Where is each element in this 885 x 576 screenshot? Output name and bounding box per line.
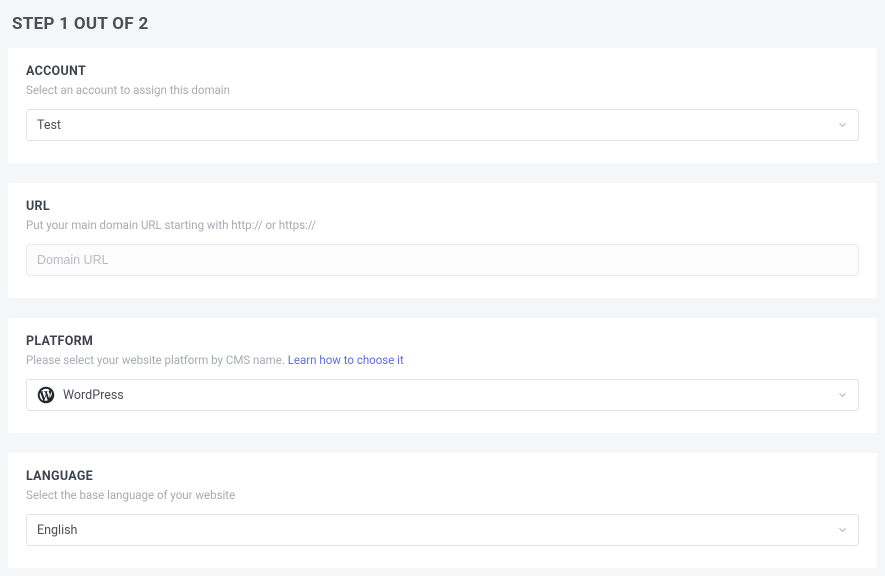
account-section-title: ACCOUNT xyxy=(26,64,859,79)
platform-select[interactable]: WordPress xyxy=(26,379,859,411)
account-section-help: Select an account to assign this domain xyxy=(26,83,859,97)
platform-card: PLATFORM Please select your website plat… xyxy=(8,318,877,433)
url-section-title: URL xyxy=(26,199,859,214)
platform-section-title: PLATFORM xyxy=(26,334,859,349)
chevron-down-icon xyxy=(837,525,848,536)
wordpress-icon xyxy=(37,386,55,404)
language-select-value: English xyxy=(37,523,77,538)
chevron-down-icon xyxy=(837,390,848,401)
url-section-help: Put your main domain URL starting with h… xyxy=(26,218,859,232)
url-card: URL Put your main domain URL starting wi… xyxy=(8,183,877,298)
language-card: LANGUAGE Select the base language of you… xyxy=(8,453,877,568)
language-select[interactable]: English xyxy=(26,514,859,546)
platform-help-text: Please select your website platform by C… xyxy=(26,353,288,367)
platform-section-help: Please select your website platform by C… xyxy=(26,353,859,367)
language-section-help: Select the base language of your website xyxy=(26,488,859,502)
account-select-value: Test xyxy=(37,118,61,133)
platform-help-link[interactable]: Learn how to choose it xyxy=(288,353,404,367)
chevron-down-icon xyxy=(837,120,848,131)
account-card: ACCOUNT Select an account to assign this… xyxy=(8,48,877,163)
language-section-title: LANGUAGE xyxy=(26,469,859,484)
url-input[interactable] xyxy=(26,244,859,276)
platform-select-value: WordPress xyxy=(63,388,124,403)
account-select[interactable]: Test xyxy=(26,109,859,141)
page-title: STEP 1 OUT OF 2 xyxy=(12,14,873,34)
